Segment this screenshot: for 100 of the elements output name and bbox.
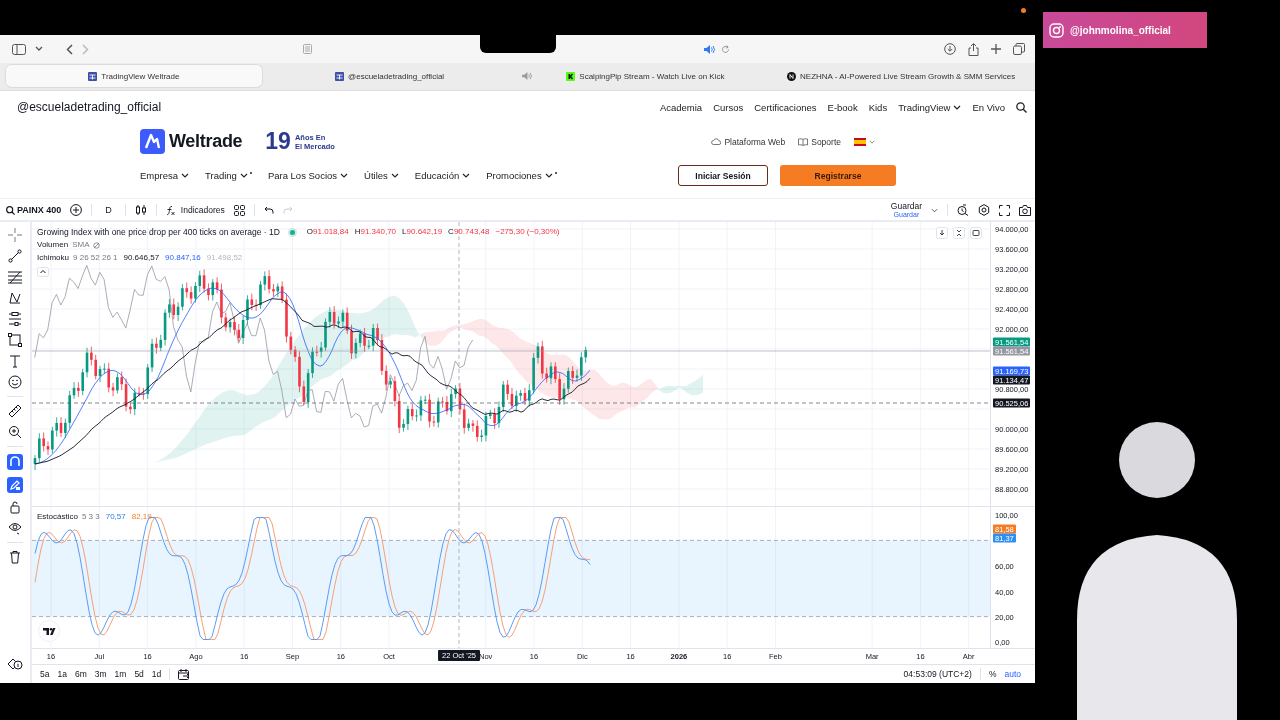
new-tab-icon[interactable]: [991, 44, 1001, 54]
indicator-value: 91.498,52: [206, 252, 243, 264]
nav-link[interactable]: Kids: [868, 101, 888, 113]
grid-icon: [88, 71, 98, 81]
platform-link[interactable]: Plataforma Web: [724, 136, 786, 147]
sidebar-icon[interactable]: [12, 43, 26, 55]
indicator-value: 90.847,16: [165, 252, 201, 264]
menu-link[interactable]: Para Los Socios: [267, 170, 338, 181]
interval-button[interactable]: D: [101, 205, 116, 215]
browser-tab[interactable]: NEZHNA - AI-Powered Live Stream Growth & SMM Services: [773, 65, 1029, 87]
menu-link[interactable]: Empresa: [140, 170, 178, 181]
auto-button[interactable]: auto: [1004, 669, 1021, 679]
drawing-mode-icon[interactable]: [7, 477, 23, 493]
quick-search-icon[interactable]: [957, 204, 969, 216]
rectangle-icon[interactable]: [8, 333, 22, 347]
menu-link[interactable]: Promociones: [486, 170, 542, 181]
browser-tab[interactable]: TradingView Weltrade: [6, 65, 262, 87]
lock-icon[interactable]: [8, 500, 22, 514]
emoji-icon[interactable]: [8, 375, 22, 389]
function-icon[interactable]: [165, 204, 176, 216]
book-icon[interactable]: [798, 137, 809, 146]
chevron-down-icon[interactable]: [953, 104, 962, 110]
download-icon[interactable]: [944, 43, 956, 55]
nav-link[interactable]: En Vivo: [972, 101, 1005, 113]
register-button[interactable]: Registrarse: [780, 165, 896, 186]
object-tree-icon[interactable]: [7, 657, 23, 671]
range-button[interactable]: 5d: [134, 669, 144, 679]
nav-link[interactable]: E-book: [827, 101, 858, 113]
site-handle: @escueladetrading_official: [17, 100, 162, 114]
date-range-icon[interactable]: [178, 668, 191, 680]
indicator-value: 70,57: [105, 511, 126, 523]
chevron-down-icon[interactable]: [390, 173, 399, 178]
nav-link[interactable]: TradingView: [898, 101, 951, 113]
search-icon[interactable]: [1016, 101, 1027, 113]
indicator-params: SMA: [72, 239, 90, 251]
tv-logo-icon[interactable]: [38, 620, 60, 642]
chevron-down-icon[interactable]: [340, 173, 349, 178]
back-icon[interactable]: [66, 43, 73, 55]
percent-button[interactable]: %: [988, 669, 997, 679]
recording-dot: [1021, 8, 1026, 13]
arrow-down-icon[interactable]: [936, 227, 948, 239]
text-icon[interactable]: [8, 354, 22, 368]
indicators-button[interactable]: Indicadores: [180, 205, 225, 215]
nav-link[interactable]: Certificaciones: [754, 101, 817, 113]
indicator-name: Estocástico: [37, 511, 78, 523]
indicator-params: 9 26 52 26 1: [73, 252, 118, 264]
indicator-name: Ichimoku: [37, 252, 69, 264]
range-button[interactable]: 3m: [94, 669, 107, 679]
range-button[interactable]: 1a: [57, 669, 67, 679]
magnet-icon[interactable]: [7, 454, 23, 470]
nav-link[interactable]: Academia: [659, 101, 703, 113]
range-button[interactable]: 1m: [114, 669, 127, 679]
hidden-icon[interactable]: [93, 241, 101, 249]
settings-icon[interactable]: [978, 204, 990, 216]
ohlc-value: L90.642,19: [402, 226, 443, 238]
pattern-icon[interactable]: [8, 291, 22, 305]
menu-link[interactable]: Útiles: [364, 170, 388, 181]
support-link[interactable]: Soporte: [811, 136, 841, 147]
logo-icon: [140, 129, 165, 154]
speaker-icon[interactable]: [704, 44, 715, 54]
candles-icon[interactable]: [134, 204, 147, 216]
collapse-icon[interactable]: [37, 267, 49, 277]
menu-link[interactable]: Educación: [414, 170, 460, 181]
layout-icon[interactable]: [233, 204, 245, 216]
collapse-pane-icon[interactable]: [953, 227, 965, 239]
range-button[interactable]: 5a: [40, 669, 50, 679]
projection-icon[interactable]: [8, 312, 22, 326]
range-button[interactable]: 1d: [151, 669, 162, 679]
fib-lines-icon[interactable]: [8, 270, 22, 284]
search-icon[interactable]: [6, 205, 15, 215]
menu-link[interactable]: Trading: [205, 170, 237, 181]
chevron-down-icon[interactable]: [239, 173, 248, 178]
cloud-icon[interactable]: [711, 138, 722, 145]
maximize-pane-icon[interactable]: [970, 227, 982, 239]
add-symbol-icon[interactable]: [70, 204, 83, 216]
indicator-value: 82,19: [131, 511, 152, 523]
tabs-overview-icon[interactable]: [1013, 43, 1025, 55]
range-button[interactable]: 6m: [74, 669, 87, 679]
chevron-down-icon[interactable]: [544, 173, 553, 178]
chevron-down-icon[interactable]: [35, 46, 43, 52]
chevron-down-icon[interactable]: [181, 173, 189, 178]
chevron-down-icon[interactable]: [462, 173, 471, 178]
symbol-search[interactable]: PAINX 400: [17, 205, 62, 215]
trend-line-icon[interactable]: [8, 249, 22, 263]
fullscreen-icon[interactable]: [999, 204, 1010, 216]
indicator-value: 90.646,57: [123, 252, 160, 264]
zoom-in-icon[interactable]: [8, 425, 22, 439]
ohlc-value: O91.018,84: [306, 226, 349, 238]
nav-link[interactable]: Cursos: [713, 101, 744, 113]
browser-tab[interactable]: @escueladetrading_official: [261, 65, 518, 87]
status-dot: [289, 229, 295, 235]
ruler-icon[interactable]: [8, 404, 22, 418]
camera-icon[interactable]: [1019, 204, 1031, 216]
flag-icon[interactable]: [854, 137, 866, 146]
eye-icon[interactable]: [8, 521, 22, 535]
trash-icon[interactable]: [8, 550, 22, 564]
undo-icon[interactable]: [263, 206, 274, 214]
browser-tab[interactable]: ScalpingPip Stream - Watch Live on Kick: [517, 65, 774, 87]
share-icon[interactable]: [968, 42, 979, 56]
login-button[interactable]: Iniciar Sesión: [678, 165, 768, 186]
